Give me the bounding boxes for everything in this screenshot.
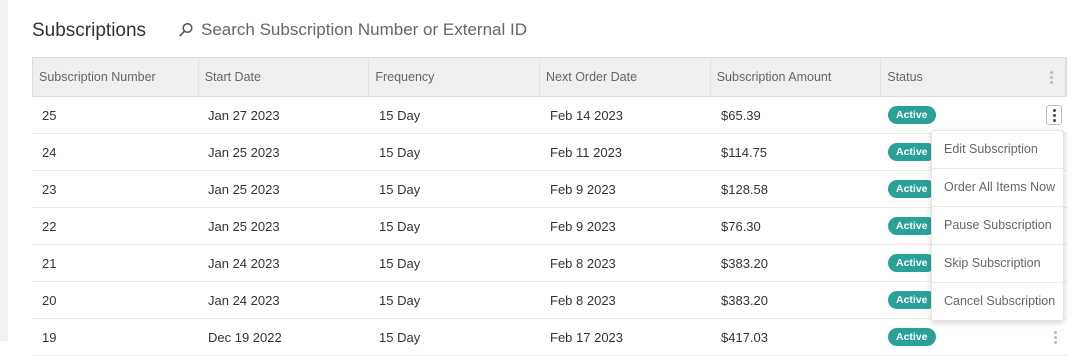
cell-start-date: Jan 25 2023 bbox=[208, 144, 280, 160]
cell-start-date: Jan 25 2023 bbox=[208, 218, 280, 234]
left-rail bbox=[0, 0, 8, 341]
cell-subscription-number: 20 bbox=[42, 292, 57, 308]
table-row[interactable]: 24 Jan 25 2023 15 Day Feb 11 2023 $114.7… bbox=[32, 134, 1067, 171]
status-badge: Active bbox=[888, 328, 936, 346]
status-badge: Active bbox=[888, 180, 936, 198]
cell-subscription-amount: $128.58 bbox=[721, 181, 768, 197]
cell-subscription-number: 24 bbox=[42, 144, 57, 160]
page-title: Subscriptions bbox=[32, 20, 147, 41]
table-row[interactable]: 25 Jan 27 2023 15 Day Feb 14 2023 $65.39… bbox=[32, 97, 1067, 134]
cell-subscription-amount: $383.20 bbox=[721, 292, 768, 308]
table-header: Subscription Number Start Date Frequency… bbox=[32, 57, 1067, 97]
status-badge: Active bbox=[888, 106, 936, 124]
table-row[interactable]: 21 Jan 24 2023 15 Day Feb 8 2023 $383.20… bbox=[32, 245, 1067, 282]
search-icon bbox=[178, 22, 194, 38]
cell-frequency: 15 Day bbox=[379, 255, 421, 271]
cell-subscription-number: 25 bbox=[42, 107, 57, 123]
cell-frequency: 15 Day bbox=[379, 218, 421, 234]
cell-subscription-amount: $76.30 bbox=[721, 218, 761, 234]
cell-subscription-number: 22 bbox=[42, 218, 57, 234]
cell-next-order-date: Feb 14 2023 bbox=[550, 107, 624, 123]
cell-next-order-date: Feb 8 2023 bbox=[550, 255, 616, 271]
cell-subscription-amount: $114.75 bbox=[721, 144, 768, 160]
cell-status: Active bbox=[882, 328, 1067, 346]
column-header-start-date[interactable]: Start Date bbox=[199, 57, 370, 97]
cell-start-date: Dec 19 2022 bbox=[208, 329, 282, 345]
cell-subscription-number: 23 bbox=[42, 181, 57, 197]
cell-next-order-date: Feb 8 2023 bbox=[550, 292, 616, 308]
cell-subscription-amount: $65.39 bbox=[721, 107, 761, 123]
table-row[interactable]: 19 Dec 19 2022 15 Day Feb 17 2023 $417.0… bbox=[32, 319, 1067, 356]
row-actions-menu: Edit Subscription Order All Items Now Pa… bbox=[931, 130, 1064, 321]
kebab-menu-icon[interactable] bbox=[1046, 105, 1062, 125]
menu-item-pause-subscription[interactable]: Pause Subscription bbox=[932, 207, 1063, 245]
menu-item-skip-subscription[interactable]: Skip Subscription bbox=[932, 245, 1063, 283]
status-badge: Active bbox=[888, 254, 936, 272]
cell-start-date: Jan 27 2023 bbox=[208, 107, 280, 123]
column-header-subscription-amount[interactable]: Subscription Amount bbox=[711, 57, 882, 97]
cell-next-order-date: Feb 17 2023 bbox=[550, 329, 624, 345]
column-options-icon[interactable] bbox=[1044, 68, 1058, 86]
cell-subscription-number: 21 bbox=[42, 255, 57, 271]
column-header-frequency[interactable]: Frequency bbox=[369, 57, 541, 97]
cell-frequency: 15 Day bbox=[379, 181, 421, 197]
cell-frequency: 15 Day bbox=[379, 107, 421, 123]
menu-item-order-all-items-now[interactable]: Order All Items Now bbox=[932, 169, 1063, 207]
cell-subscription-number: 19 bbox=[42, 329, 57, 345]
cell-next-order-date: Feb 9 2023 bbox=[550, 218, 616, 234]
cell-next-order-date: Feb 9 2023 bbox=[550, 181, 616, 197]
table-row[interactable]: 20 Jan 24 2023 15 Day Feb 8 2023 $383.20… bbox=[32, 282, 1067, 319]
status-badge: Active bbox=[888, 217, 936, 235]
cell-subscription-amount: $417.03 bbox=[721, 329, 768, 345]
kebab-menu-icon[interactable] bbox=[1048, 328, 1062, 346]
cell-frequency: 15 Day bbox=[379, 329, 421, 345]
status-badge: Active bbox=[888, 291, 936, 309]
search-bar[interactable] bbox=[178, 20, 621, 40]
cell-status: Active bbox=[882, 106, 1067, 124]
cell-frequency: 15 Day bbox=[379, 144, 421, 160]
search-input[interactable] bbox=[201, 20, 621, 40]
table-row[interactable]: 23 Jan 25 2023 15 Day Feb 9 2023 $128.58… bbox=[32, 171, 1067, 208]
status-badge: Active bbox=[888, 143, 936, 161]
column-header-next-order-date[interactable]: Next Order Date bbox=[540, 57, 711, 97]
cell-frequency: 15 Day bbox=[379, 292, 421, 308]
cell-next-order-date: Feb 11 2023 bbox=[550, 144, 623, 160]
table-row[interactable]: 22 Jan 25 2023 15 Day Feb 9 2023 $76.30 … bbox=[32, 208, 1067, 245]
cell-start-date: Jan 24 2023 bbox=[208, 255, 280, 271]
menu-item-edit-subscription[interactable]: Edit Subscription bbox=[932, 131, 1063, 169]
cell-subscription-amount: $383.20 bbox=[721, 255, 768, 271]
menu-item-cancel-subscription[interactable]: Cancel Subscription bbox=[932, 283, 1063, 320]
column-header-status[interactable]: Status bbox=[881, 57, 1067, 97]
cell-start-date: Jan 24 2023 bbox=[208, 292, 280, 308]
column-header-subscription-number[interactable]: Subscription Number bbox=[33, 57, 199, 97]
subscriptions-table: Subscription Number Start Date Frequency… bbox=[32, 57, 1067, 356]
cell-start-date: Jan 25 2023 bbox=[208, 181, 280, 197]
